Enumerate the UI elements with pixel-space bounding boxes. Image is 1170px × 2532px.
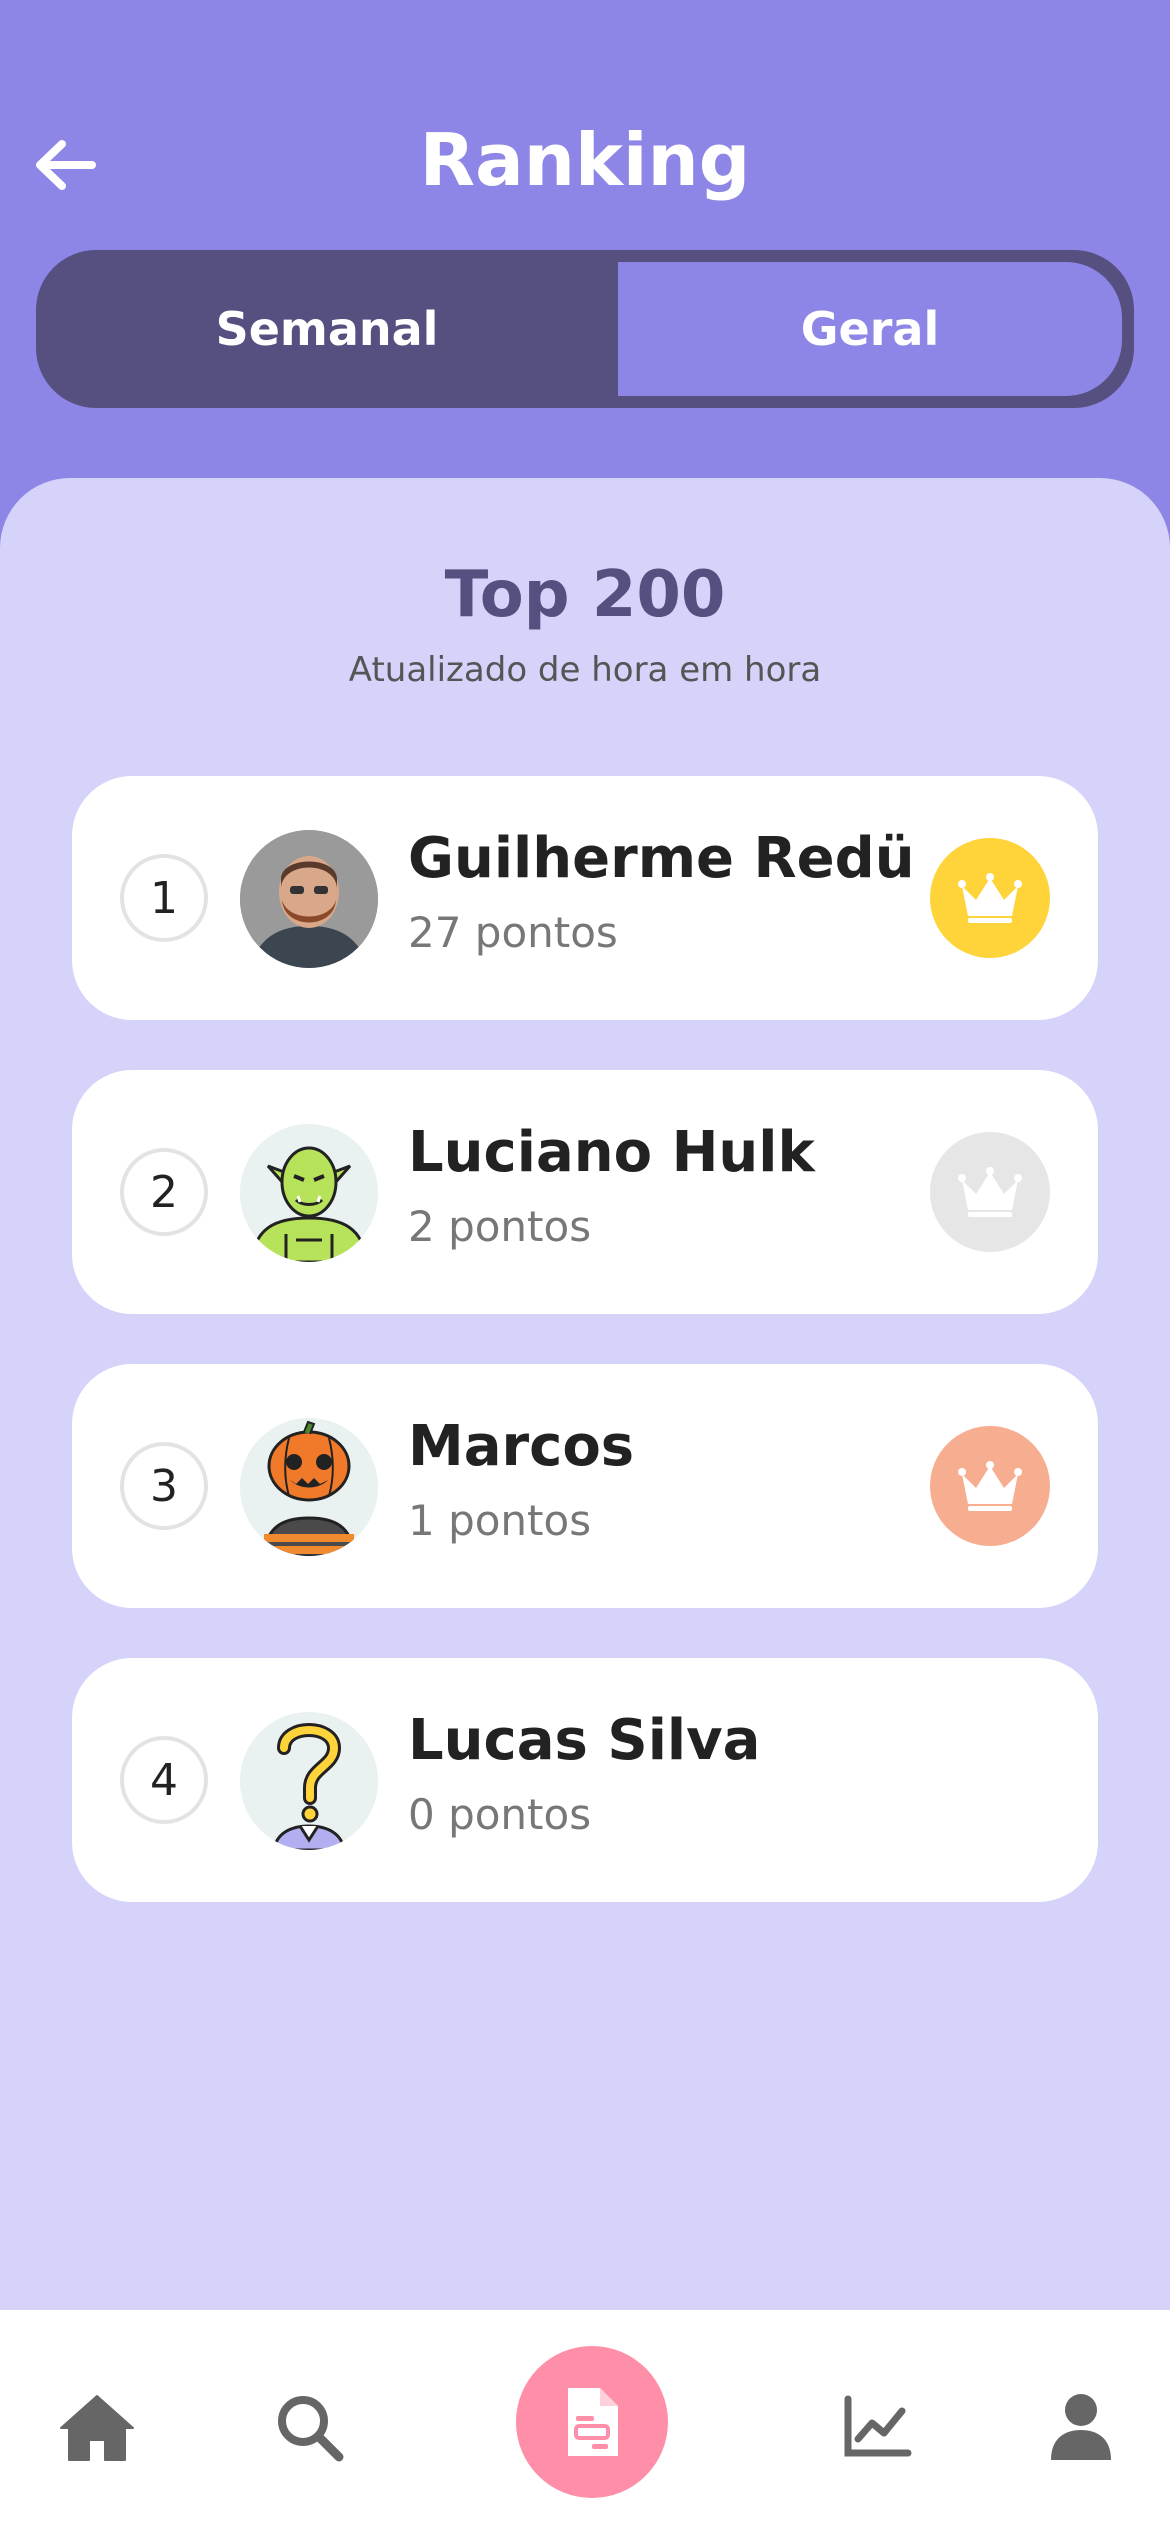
rank-badge: 1 bbox=[120, 854, 208, 942]
player-points: 0 pontos bbox=[408, 1790, 592, 1839]
ranking-card[interactable]: 3 Marcos 1 pontos bbox=[72, 1364, 1098, 1608]
search-icon bbox=[278, 2396, 344, 2462]
silver-crown-badge bbox=[930, 1132, 1050, 1252]
tab-semanal[interactable]: Semanal bbox=[36, 250, 618, 408]
question-avatar bbox=[240, 1712, 378, 1850]
ranking-card[interactable]: 4 Lucas Silva 0 pontos bbox=[72, 1658, 1098, 1902]
ranking-card[interactable]: 1 Guilherme Redü 27 pontos bbox=[72, 776, 1098, 1020]
player-points: 1 pontos bbox=[408, 1496, 592, 1545]
nav-stats[interactable] bbox=[832, 2382, 922, 2472]
rank-badge: 2 bbox=[120, 1148, 208, 1236]
section-title: Top 200 bbox=[444, 558, 726, 632]
header: Ranking Semanal Geral bbox=[0, 0, 1170, 480]
nav-home[interactable] bbox=[52, 2382, 142, 2472]
player-name: Luciano Hulk bbox=[408, 1120, 815, 1185]
user-icon bbox=[1051, 2394, 1111, 2460]
rank-badge: 4 bbox=[120, 1736, 208, 1824]
chart-icon bbox=[844, 2395, 912, 2457]
bronze-crown-badge bbox=[930, 1426, 1050, 1546]
player-points: 2 pontos bbox=[408, 1202, 592, 1251]
ranking-card[interactable]: 2 Luciano Hulk 2 pontos bbox=[72, 1070, 1098, 1314]
orc-avatar bbox=[240, 1124, 378, 1262]
rank-badge: 3 bbox=[120, 1442, 208, 1530]
ranking-tabs: Semanal Geral bbox=[36, 250, 1134, 408]
ranking-panel: Top 200 Atualizado de hora em hora 1 Gui… bbox=[0, 478, 1170, 2310]
player-name: Marcos bbox=[408, 1414, 635, 1479]
player-points: 27 pontos bbox=[408, 908, 618, 957]
section-subtitle: Atualizado de hora em hora bbox=[348, 650, 822, 690]
nav-search[interactable] bbox=[264, 2382, 354, 2472]
page-title: Ranking bbox=[419, 118, 751, 202]
bottom-navigation bbox=[0, 2310, 1170, 2532]
nav-new-document-button[interactable] bbox=[516, 2346, 668, 2498]
gold-crown-badge bbox=[930, 838, 1050, 958]
nav-profile[interactable] bbox=[1036, 2382, 1126, 2472]
player-name: Guilherme Redü bbox=[408, 826, 915, 891]
home-icon bbox=[60, 2395, 134, 2461]
pumpkin-avatar bbox=[240, 1418, 378, 1556]
document-icon bbox=[568, 2388, 618, 2456]
photo-avatar bbox=[240, 830, 378, 968]
crown-icon bbox=[958, 1167, 1022, 1217]
player-name: Lucas Silva bbox=[408, 1708, 761, 1773]
crown-icon bbox=[958, 873, 1022, 923]
tab-geral[interactable]: Geral bbox=[618, 262, 1122, 396]
crown-icon bbox=[958, 1461, 1022, 1511]
